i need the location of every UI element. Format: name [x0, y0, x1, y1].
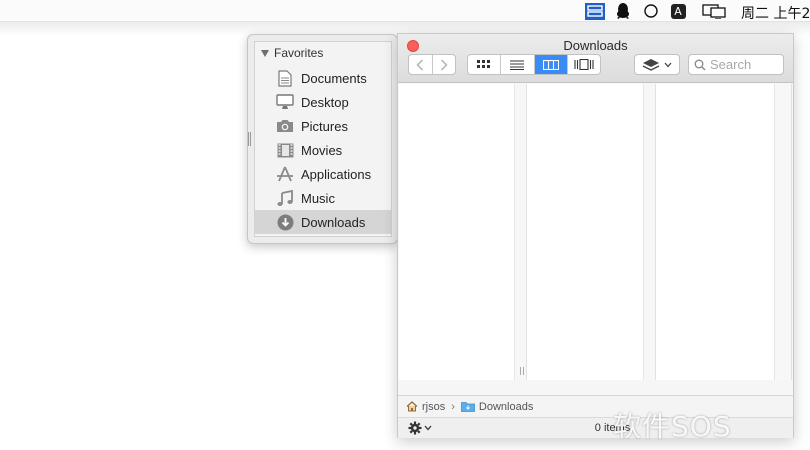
- list-icon: [510, 59, 525, 70]
- path-segment-home[interactable]: rjsos: [422, 401, 445, 413]
- back-button[interactable]: [409, 55, 432, 74]
- display-mirroring-icon[interactable]: [701, 3, 727, 19]
- download-icon: [276, 213, 294, 231]
- input-source-letter: A: [670, 3, 686, 19]
- music-note-icon: [276, 189, 294, 207]
- qq-penguin-icon[interactable]: [615, 3, 631, 19]
- chevron-down-icon: [664, 62, 672, 67]
- window-list-icon[interactable]: [585, 2, 605, 20]
- desktop-icon: [276, 93, 294, 111]
- column-scrollbar[interactable]: [774, 84, 792, 380]
- sidebar-item-desktop[interactable]: Desktop: [255, 90, 391, 114]
- watermark-text: 软件SOS: [613, 410, 732, 443]
- favorites-label: Favorites: [274, 46, 324, 60]
- circle-icon[interactable]: [643, 3, 659, 19]
- item-count: 0 items: [594, 422, 631, 434]
- favorites-header[interactable]: Favorites: [261, 46, 323, 60]
- sidebar: Favorites Documents Desktop Pictures Mov…: [254, 41, 392, 237]
- icon-view-button[interactable]: [468, 55, 500, 74]
- gallery-view-button[interactable]: [566, 55, 600, 74]
- column-scrollbar[interactable]: [643, 84, 656, 380]
- cover-flow-icon: [574, 59, 594, 70]
- sidebar-item-label: Desktop: [301, 94, 349, 110]
- chevron-left-icon: [416, 58, 424, 71]
- input-source-icon[interactable]: A: [670, 3, 686, 19]
- path-segment-downloads[interactable]: Downloads: [479, 401, 533, 413]
- sidebar-item-documents[interactable]: Documents: [255, 66, 391, 90]
- window-title: Downloads: [563, 38, 628, 53]
- menubar-clock[interactable]: 周二 上午2: [741, 3, 810, 23]
- menu-bar: A 周二 上午2: [0, 0, 810, 22]
- home-icon: [406, 401, 418, 412]
- disclosure-triangle-icon[interactable]: [261, 49, 269, 57]
- title-bar: Downloads Search: [398, 34, 793, 83]
- sidebar-resize-handle[interactable]: [248, 132, 251, 146]
- film-icon: [276, 141, 294, 159]
- camera-icon: [276, 117, 294, 135]
- browser-column[interactable]: [399, 84, 514, 380]
- sidebar-item-music[interactable]: Music: [255, 186, 391, 210]
- applications-icon: [276, 165, 294, 183]
- sidebar-item-label: Documents: [301, 70, 367, 86]
- path-separator-icon: ›: [451, 400, 455, 413]
- list-view-button[interactable]: [500, 55, 533, 74]
- document-icon: [276, 69, 294, 87]
- sidebar-item-label: Pictures: [301, 118, 348, 134]
- search-icon: [694, 59, 706, 70]
- sidebar-item-label: Downloads: [301, 214, 366, 230]
- sidebar-item-pictures[interactable]: Pictures: [255, 114, 391, 138]
- sidebar-item-movies[interactable]: Movies: [255, 138, 391, 162]
- browser-column[interactable]: [528, 84, 643, 380]
- arrange-button[interactable]: [634, 54, 680, 75]
- folder-icon: [461, 402, 475, 412]
- view-mode-group: [467, 54, 601, 75]
- search-placeholder: Search: [710, 57, 752, 72]
- column-scrollbar[interactable]: [514, 84, 527, 380]
- columns-icon: [542, 59, 559, 70]
- sidebar-item-downloads[interactable]: Downloads: [255, 210, 391, 234]
- sidebar-item-label: Movies: [301, 142, 343, 158]
- forward-button[interactable]: [431, 55, 456, 74]
- sidebar-item-label: Music: [301, 190, 335, 206]
- search-input[interactable]: Search: [688, 54, 784, 75]
- sidebar-item-applications[interactable]: Applications: [255, 162, 391, 186]
- column-resize-handle[interactable]: [520, 367, 524, 375]
- column-view-button[interactable]: [533, 55, 567, 74]
- layers-icon: [642, 58, 660, 71]
- navigation-group: [408, 54, 456, 75]
- status-bar: 0 items: [398, 417, 793, 438]
- finder-window: Downloads Search rjsos › Downloads 0 ite…: [397, 33, 794, 438]
- sidebar-item-label: Applications: [301, 166, 372, 182]
- sidebar-popover: Favorites Documents Desktop Pictures Mov…: [247, 34, 398, 244]
- browser-column[interactable]: [657, 84, 774, 380]
- chevron-right-icon: [440, 58, 448, 71]
- icon-grid-icon: [477, 60, 491, 68]
- path-bar: rjsos › Downloads: [398, 395, 793, 417]
- column-browser[interactable]: [399, 84, 792, 380]
